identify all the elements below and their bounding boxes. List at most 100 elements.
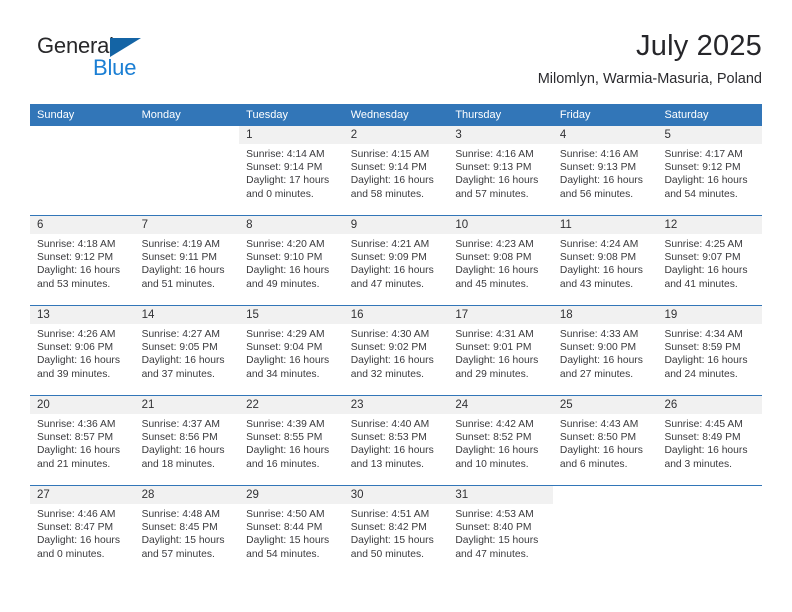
daylight-text-1: Daylight: 16 hours (559, 355, 643, 367)
page-subtitle: Milomlyn, Warmia-Masuria, Poland (537, 71, 762, 87)
logo-triangle-icon (110, 38, 141, 57)
day-cell[interactable]: 11 Sunrise: 4:24 AM Sunset: 9:08 PM Dayligh… (552, 216, 658, 305)
day-cell[interactable]: 5 Sunrise: 4:17 AM Sunset: 9:12 PM Daylight… (657, 126, 763, 215)
day-number: 20 (37, 399, 50, 411)
calendar-weeks: 1 Sunrise: 4:14 AM Sunset: 9:14 PM Daylight… (30, 126, 763, 575)
daylight-text-2: and 16 minutes. (246, 458, 320, 470)
day-number: 10 (455, 219, 469, 231)
daylight-text-1: Daylight: 15 hours (455, 535, 539, 547)
day-cell[interactable]: 30 Sunrise: 4:51 AM Sunset: 8:42 PM Dayligh… (343, 486, 449, 575)
daylight-text-1: Daylight: 16 hours (455, 355, 539, 367)
daylight-text-2: and 39 minutes. (37, 368, 111, 380)
daylight-text-1: Daylight: 16 hours (37, 445, 120, 457)
sunset-text: Sunset: 9:13 PM (559, 162, 637, 174)
day-number: 6 (37, 219, 44, 231)
day-number-band: 28 (134, 486, 240, 504)
day-detail-lines: Sunrise: 4:42 AM Sunset: 8:52 PM Daylight:… (448, 414, 553, 471)
day-cell[interactable]: 2 Sunrise: 4:15 AM Sunset: 9:14 PM Daylight… (343, 126, 449, 215)
day-cell[interactable]: 27 Sunrise: 4:46 AM Sunset: 8:47 PM Dayligh… (30, 486, 135, 575)
day-cell[interactable]: 23 Sunrise: 4:40 AM Sunset: 8:53 PM Dayligh… (343, 396, 449, 485)
day-cell[interactable]: 14 Sunrise: 4:27 AM Sunset: 9:05 PM Dayligh… (134, 306, 240, 395)
day-cell[interactable]: 7 Sunrise: 4:19 AM Sunset: 9:11 PM Daylight… (134, 216, 240, 305)
day-cell[interactable]: 19 Sunrise: 4:34 AM Sunset: 8:59 PM Dayligh… (657, 306, 763, 395)
day-number-band (553, 486, 658, 504)
day-number-band: 7 (134, 216, 240, 234)
sunset-text: Sunset: 8:59 PM (664, 342, 741, 354)
day-number: 14 (141, 309, 155, 321)
day-detail-lines: Sunrise: 4:30 AM Sunset: 9:02 PM Daylight:… (344, 324, 449, 381)
day-cell[interactable]: 25 Sunrise: 4:43 AM Sunset: 8:50 PM Dayligh… (552, 396, 658, 485)
daylight-text-2: and 47 minutes. (350, 278, 425, 290)
daylight-text-1: Daylight: 16 hours (455, 265, 539, 277)
day-number-band: 18 (552, 306, 658, 324)
sunset-text: Sunset: 9:13 PM (455, 162, 532, 174)
day-cell[interactable]: 6 Sunrise: 4:18 AM Sunset: 9:12 PM Daylight… (30, 216, 135, 305)
day-cell-empty (135, 126, 240, 215)
sunset-text: Sunset: 8:55 PM (246, 432, 323, 444)
day-number-band: 26 (657, 396, 763, 414)
day-cell[interactable]: 12 Sunrise: 4:25 AM Sunset: 9:07 PM Dayligh… (657, 216, 763, 305)
day-cell[interactable]: 28 Sunrise: 4:48 AM Sunset: 8:45 PM Dayligh… (134, 486, 240, 575)
daylight-text-1: Daylight: 17 hours (246, 175, 330, 187)
daylight-text-2: and 43 minutes. (559, 278, 634, 290)
day-cell[interactable]: 16 Sunrise: 4:30 AM Sunset: 9:02 PM Dayligh… (343, 306, 449, 395)
day-cell[interactable]: 9 Sunrise: 4:21 AM Sunset: 9:09 PM Daylight… (343, 216, 449, 305)
day-cell[interactable]: 13 Sunrise: 4:26 AM Sunset: 9:06 PM Dayligh… (30, 306, 135, 395)
sunset-text: Sunset: 8:50 PM (559, 432, 637, 444)
day-number-band: 1 (239, 126, 344, 144)
day-cell[interactable]: 17 Sunrise: 4:31 AM Sunset: 9:01 PM Dayligh… (448, 306, 553, 395)
day-number: 11 (559, 219, 572, 231)
day-cell[interactable]: 18 Sunrise: 4:33 AM Sunset: 9:00 PM Dayligh… (552, 306, 658, 395)
day-detail-lines: Sunrise: 4:14 AM Sunset: 9:14 PM Daylight:… (239, 144, 344, 201)
sunrise-text: Sunrise: 4:50 AM (246, 509, 325, 520)
sunrise-text: Sunrise: 4:46 AM (37, 509, 116, 520)
day-cell[interactable]: 4 Sunrise: 4:16 AM Sunset: 9:13 PM Daylight… (552, 126, 658, 215)
day-cell[interactable]: 21 Sunrise: 4:37 AM Sunset: 8:56 PM Dayligh… (134, 396, 240, 485)
day-number-band: 22 (239, 396, 344, 414)
sunrise-text: Sunrise: 4:25 AM (664, 239, 743, 250)
sunrise-text: Sunrise: 4:30 AM (350, 329, 430, 340)
daylight-text-2: and 34 minutes. (246, 368, 320, 380)
day-number-band: 27 (30, 486, 135, 504)
week-cells: 20 Sunrise: 4:36 AM Sunset: 8:57 PM Dayligh… (30, 396, 763, 485)
day-cell-empty (657, 486, 762, 575)
day-number: 26 (664, 399, 678, 411)
daylight-text-1: Daylight: 16 hours (664, 445, 748, 457)
day-cell[interactable]: 29 Sunrise: 4:50 AM Sunset: 8:44 PM Dayligh… (239, 486, 344, 575)
day-cell[interactable]: 24 Sunrise: 4:42 AM Sunset: 8:52 PM Dayligh… (448, 396, 553, 485)
day-cell[interactable]: 20 Sunrise: 4:36 AM Sunset: 8:57 PM Dayligh… (30, 396, 135, 485)
day-detail-lines: Sunrise: 4:46 AM Sunset: 8:47 PM Daylight:… (30, 504, 135, 561)
daylight-text-1: Daylight: 16 hours (37, 535, 120, 547)
sunset-text: Sunset: 9:06 PM (37, 342, 114, 354)
day-detail-lines: Sunrise: 4:31 AM Sunset: 9:01 PM Daylight:… (448, 324, 553, 381)
daylight-text-2: and 51 minutes. (141, 278, 215, 290)
day-number: 19 (664, 309, 678, 321)
calendar-week-row: 6 Sunrise: 4:18 AM Sunset: 9:12 PM Daylight… (30, 215, 763, 305)
day-cell[interactable]: 15 Sunrise: 4:29 AM Sunset: 9:04 PM Dayligh… (239, 306, 344, 395)
daylight-text-2: and 53 minutes. (37, 278, 111, 290)
daylight-text-1: Daylight: 16 hours (455, 445, 539, 457)
day-number-band: 9 (343, 216, 449, 234)
daylight-text-1: Daylight: 16 hours (246, 445, 330, 457)
day-detail-lines: Sunrise: 4:26 AM Sunset: 9:06 PM Daylight:… (30, 324, 135, 381)
sunset-text: Sunset: 9:07 PM (664, 252, 741, 264)
weekday-header-monday: Monday (141, 109, 181, 121)
daylight-text-2: and 6 minutes. (559, 458, 628, 470)
day-cell[interactable]: 26 Sunrise: 4:45 AM Sunset: 8:49 PM Dayligh… (657, 396, 763, 485)
sunrise-text: Sunrise: 4:16 AM (559, 149, 639, 160)
sunrise-text: Sunrise: 4:31 AM (455, 329, 534, 340)
sunrise-text: Sunrise: 4:42 AM (455, 419, 534, 430)
day-detail-lines: Sunrise: 4:27 AM Sunset: 9:05 PM Daylight:… (135, 324, 240, 381)
day-number: 1 (246, 129, 253, 141)
day-cell[interactable]: 31 Sunrise: 4:53 AM Sunset: 8:40 PM Dayligh… (448, 486, 553, 575)
day-detail-lines: Sunrise: 4:51 AM Sunset: 8:42 PM Daylight:… (344, 504, 449, 561)
day-number: 9 (350, 219, 358, 231)
day-cell[interactable]: 22 Sunrise: 4:39 AM Sunset: 8:55 PM Dayligh… (239, 396, 344, 485)
day-cell[interactable]: 1 Sunrise: 4:14 AM Sunset: 9:14 PM Daylight… (239, 126, 344, 215)
day-cell[interactable]: 10 Sunrise: 4:23 AM Sunset: 9:08 PM Dayligh… (448, 216, 553, 305)
day-cell[interactable]: 8 Sunrise: 4:20 AM Sunset: 9:10 PM Daylight… (239, 216, 344, 305)
page-title: July 2025 (636, 30, 762, 62)
day-cell[interactable]: 3 Sunrise: 4:16 AM Sunset: 9:13 PM Daylight… (448, 126, 553, 215)
day-detail-lines: Sunrise: 4:29 AM Sunset: 9:04 PM Daylight:… (239, 324, 344, 381)
day-detail-lines: Sunrise: 4:39 AM Sunset: 8:55 PM Daylight:… (239, 414, 344, 471)
